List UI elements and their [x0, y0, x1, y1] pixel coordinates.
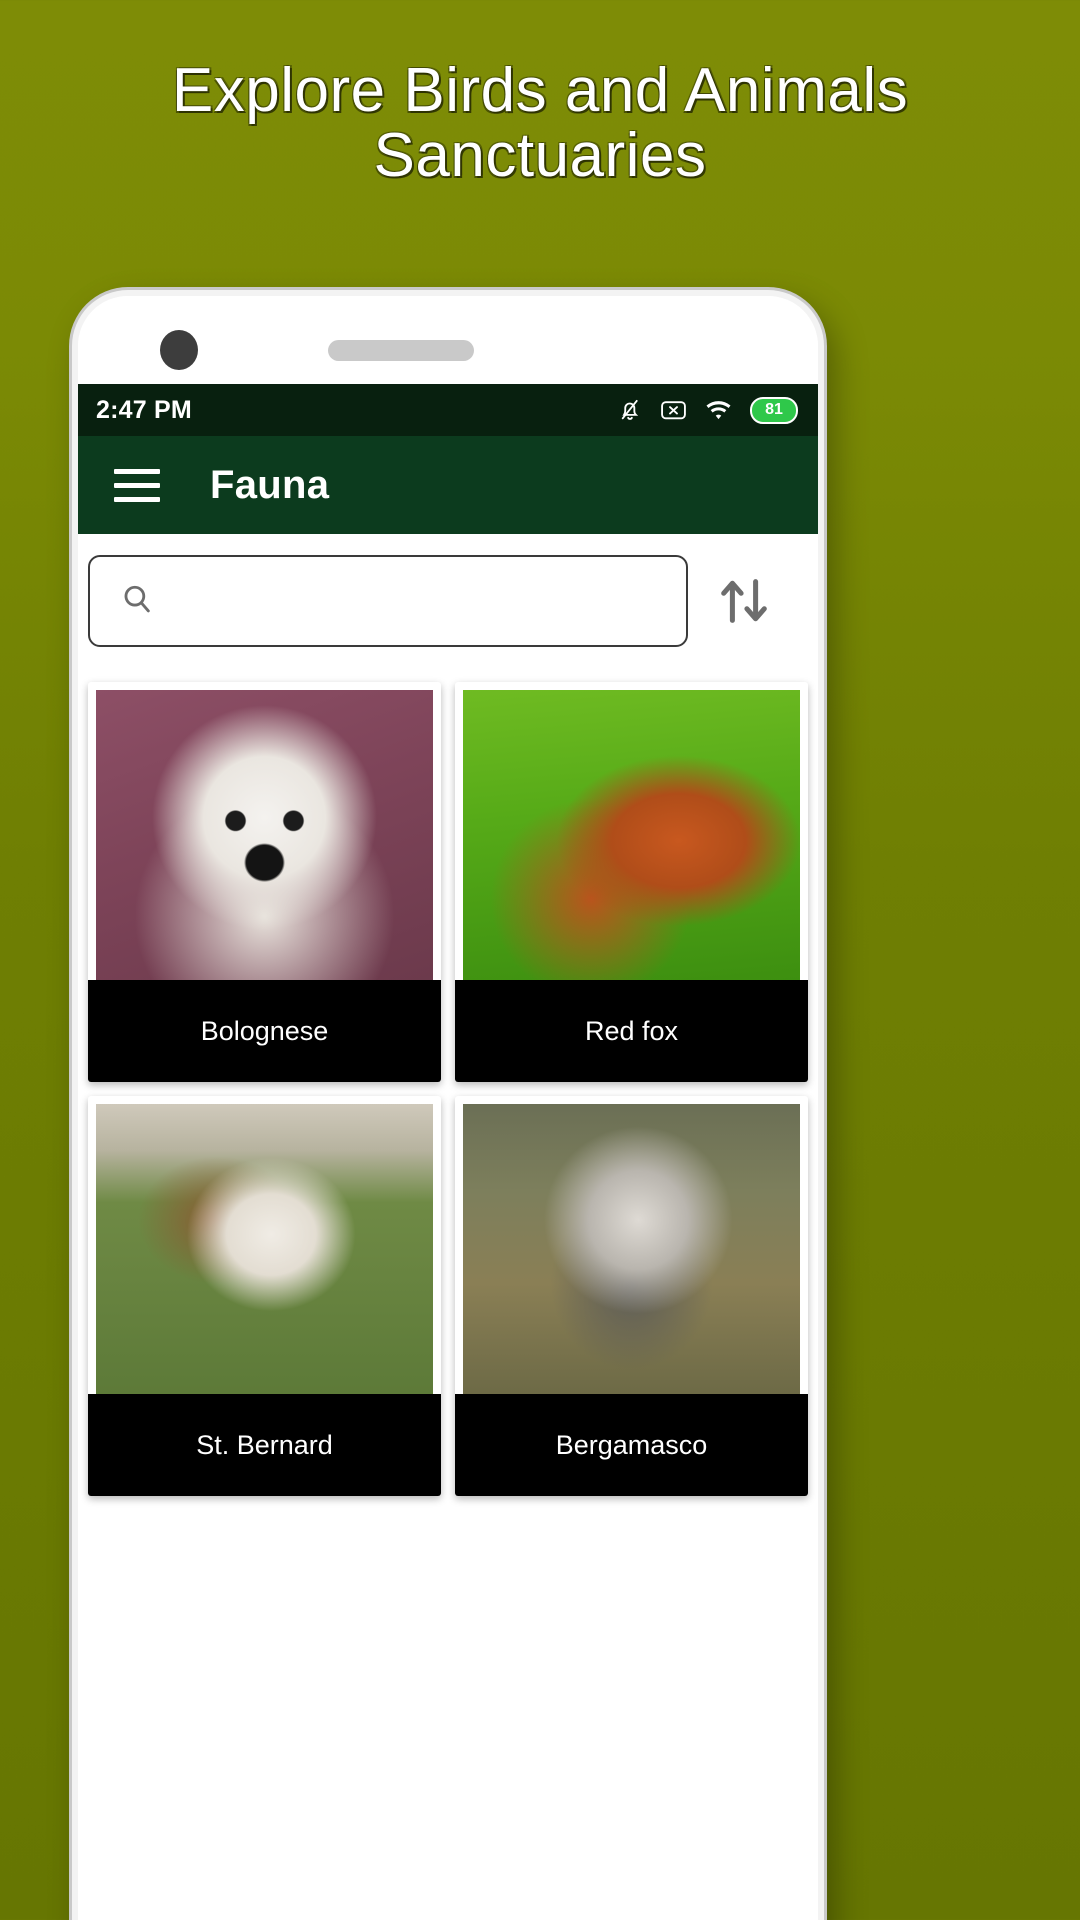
fauna-card[interactable]: St. Bernard [88, 1096, 441, 1496]
bell-off-icon [617, 396, 643, 424]
hamburger-line [114, 468, 160, 474]
battery-percent-label: 81 [765, 401, 783, 418]
status-bar-time: 2:47 PM [96, 395, 192, 424]
fauna-card-image [96, 1104, 433, 1394]
promo-headline-line-1: Explore Birds and Animals [171, 56, 909, 125]
status-bar-icons: 81 [617, 396, 798, 424]
fauna-card[interactable]: Red fox [455, 682, 808, 1082]
fauna-card[interactable]: Bergamasco [455, 1096, 808, 1496]
app-bar: Fauna [78, 436, 818, 534]
fauna-card-image [463, 690, 800, 980]
search-icon [120, 582, 154, 621]
search-row [78, 534, 818, 668]
sort-arrows-icon[interactable] [688, 572, 800, 630]
status-bar: 2:47 PM 81 [78, 384, 818, 436]
search-input[interactable] [88, 555, 688, 647]
fauna-card-image [463, 1104, 800, 1394]
fauna-card-label: Bergamasco [455, 1394, 808, 1496]
fauna-card[interactable]: Bolognese [88, 682, 441, 1082]
fauna-card-image [96, 690, 433, 980]
fauna-card-label: Red fox [455, 980, 808, 1082]
front-camera-icon [160, 330, 198, 370]
fauna-card-grid: Bolognese Red fox St. Bernard Bergamasco [78, 668, 818, 1496]
wifi-icon [704, 398, 733, 422]
page-title: Fauna [210, 462, 330, 507]
promo-headline-line-2: Sanctuaries [373, 121, 707, 191]
fauna-card-label: Bolognese [88, 980, 441, 1082]
phone-mockup: 2:47 PM 81 Fauna Bolognese Red fox St. B… [72, 290, 824, 1920]
x-box-icon [660, 398, 687, 422]
promo-headline: Explore Birds and Animals Sanctuaries [0, 58, 1080, 188]
earpiece-speaker [328, 340, 474, 361]
phone-screen: 2:47 PM 81 Fauna Bolognese Red fox St. B… [78, 296, 818, 1920]
fauna-card-label: St. Bernard [88, 1394, 441, 1496]
hamburger-menu-icon[interactable] [114, 468, 160, 502]
battery-indicator: 81 [750, 396, 798, 424]
phone-hardware-bar [78, 296, 818, 384]
hamburger-line [114, 496, 160, 502]
hamburger-line [114, 482, 160, 488]
